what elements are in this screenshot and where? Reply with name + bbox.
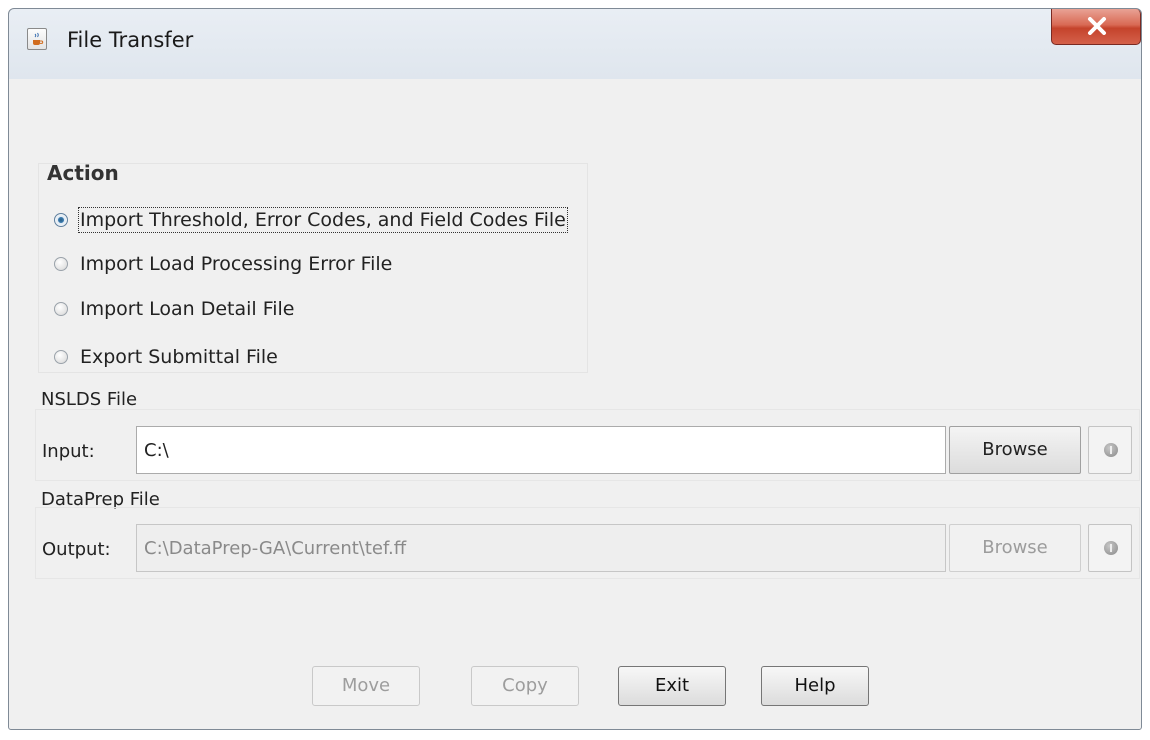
- radio-label: Export Submittal File: [80, 346, 278, 368]
- exit-button[interactable]: Exit: [618, 666, 726, 706]
- radio-label: Import Threshold, Error Codes, and Field…: [78, 207, 568, 233]
- radio-label: Import Loan Detail File: [80, 298, 295, 320]
- move-button: Move: [312, 666, 420, 706]
- info-icon: [1104, 541, 1118, 555]
- radio-label: Import Load Processing Error File: [80, 253, 393, 275]
- info-icon: [1104, 443, 1118, 457]
- radio-import-loan-detail[interactable]: Import Loan Detail File: [54, 294, 295, 324]
- input-path-field[interactable]: C:\: [136, 426, 946, 474]
- close-button[interactable]: [1051, 9, 1141, 45]
- nslds-group-label: NSLDS File: [41, 389, 138, 410]
- output-info-button[interactable]: [1088, 524, 1132, 572]
- java-cup-icon: [27, 28, 47, 50]
- title-bar[interactable]: File Transfer: [9, 9, 1141, 79]
- help-button[interactable]: Help: [761, 666, 869, 706]
- radio-button[interactable]: [54, 257, 68, 271]
- output-browse-button: Browse: [949, 524, 1081, 572]
- file-transfer-window: File Transfer Action Import Threshold, E…: [8, 8, 1142, 730]
- action-title: Action: [47, 161, 119, 185]
- radio-button-selected[interactable]: [54, 213, 68, 227]
- copy-button: Copy: [471, 666, 579, 706]
- output-label: Output:: [42, 539, 111, 560]
- input-label: Input:: [42, 441, 95, 462]
- radio-import-load-processing-error[interactable]: Import Load Processing Error File: [54, 249, 392, 279]
- input-info-button[interactable]: [1088, 426, 1132, 474]
- close-icon: [1088, 17, 1106, 35]
- dialog-content: Action Import Threshold, Error Codes, an…: [14, 79, 1140, 721]
- radio-button[interactable]: [54, 350, 68, 364]
- input-browse-button[interactable]: Browse: [949, 426, 1081, 474]
- radio-import-threshold[interactable]: Import Threshold, Error Codes, and Field…: [54, 205, 568, 235]
- radio-export-submittal[interactable]: Export Submittal File: [54, 342, 278, 372]
- radio-button[interactable]: [54, 302, 68, 316]
- output-path-field: C:\DataPrep-GA\Current\tef.ff: [136, 524, 946, 572]
- window-title: File Transfer: [67, 28, 194, 52]
